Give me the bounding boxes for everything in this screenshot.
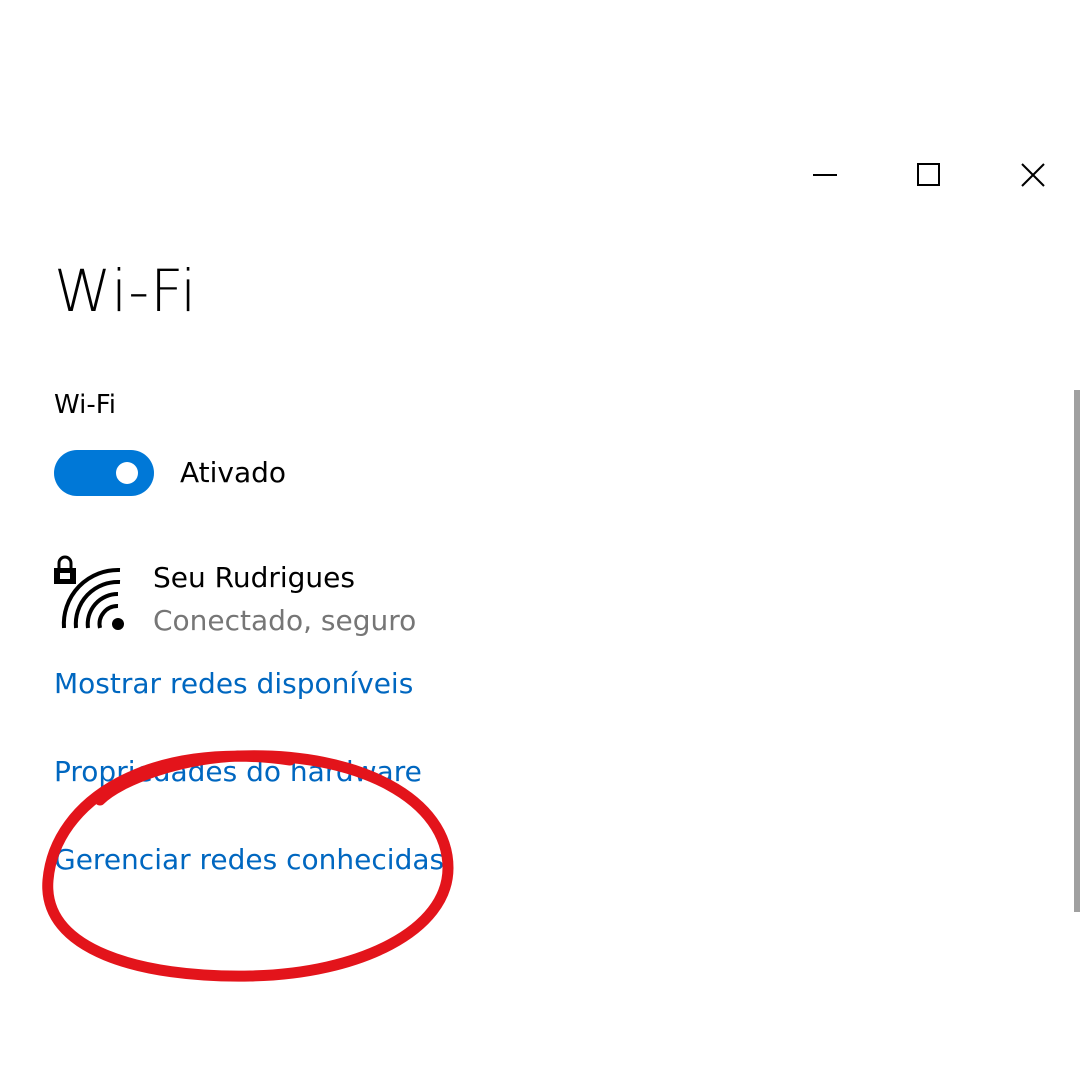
network-status: Conectado, seguro	[153, 604, 417, 637]
minimize-button[interactable]	[790, 140, 860, 210]
page-title: Wi-Fi	[54, 257, 198, 325]
hardware-properties-link[interactable]: Propriedades do hardware	[54, 758, 422, 786]
scrollbar[interactable]	[1074, 390, 1080, 912]
connected-network-item[interactable]: Seu Rudrigues Conectado, seguro	[50, 552, 570, 642]
network-name: Seu Rudrigues	[153, 561, 355, 594]
show-available-networks-link[interactable]: Mostrar redes disponíveis	[54, 670, 413, 698]
manage-known-networks-link[interactable]: Gerenciar redes conhecidas	[54, 846, 444, 874]
toggle-knob	[116, 462, 138, 484]
wifi-toggle-switch[interactable]	[54, 450, 154, 496]
maximize-icon	[917, 163, 940, 186]
maximize-button[interactable]	[894, 140, 964, 210]
minimize-icon	[813, 174, 837, 176]
wifi-toggle-state-label: Ativado	[180, 456, 287, 489]
close-icon	[1021, 163, 1045, 187]
wifi-section-label: Wi-Fi	[54, 390, 117, 420]
close-button[interactable]	[998, 140, 1068, 210]
wifi-secured-icon	[54, 555, 124, 630]
